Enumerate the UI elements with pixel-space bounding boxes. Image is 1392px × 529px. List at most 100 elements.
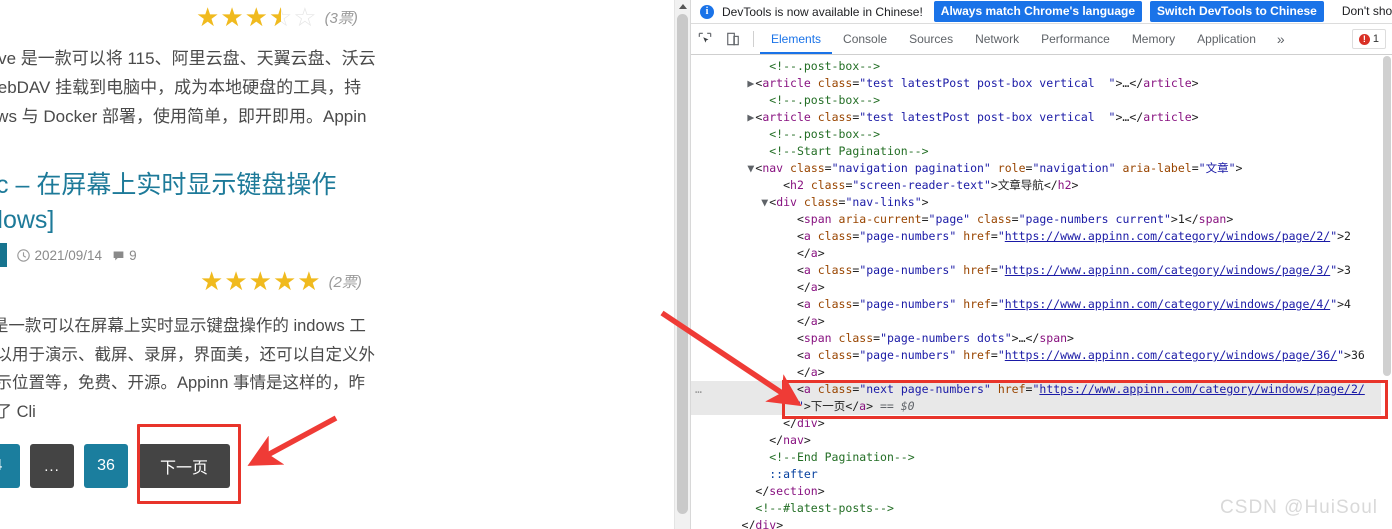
page-scrollbar[interactable] [674, 0, 690, 529]
dom-code-line[interactable]: <span class="page-numbers dots">…</span> [691, 330, 1392, 347]
dom-token: class [818, 348, 853, 362]
devtools-tab-console[interactable]: Console [832, 24, 898, 54]
dom-token: div [755, 518, 776, 529]
always-match-language-button[interactable]: Always match Chrome's language [934, 1, 1142, 22]
dom-href-link[interactable]: https://www.appinn.com/category/windows/… [1005, 229, 1330, 243]
dom-code-line[interactable]: <!--.post-box--> [691, 126, 1392, 143]
dom-code-line[interactable]: <a class="page-numbers" href="https://ww… [691, 262, 1392, 279]
star-full-icon[interactable]: ★ [196, 4, 219, 30]
switch-devtools-to-chinese-button[interactable]: Switch DevTools to Chinese [1150, 1, 1324, 22]
collapsed-nodes-gutter[interactable]: … [695, 381, 703, 398]
star-full-icon[interactable]: ★ [297, 268, 320, 294]
pagination-item-4[interactable]: 4 [0, 444, 20, 488]
dom-token: class [804, 195, 839, 209]
dom-token: " [998, 229, 1005, 243]
indent-spacer [691, 450, 760, 464]
indent-spacer [691, 365, 788, 379]
dom-code-line[interactable]: <!--Start Pagination--> [691, 143, 1392, 160]
star-empty-icon[interactable]: ☆ [293, 4, 316, 30]
page-scrollbar-thumb[interactable] [677, 14, 688, 514]
dom-code-line[interactable]: <!--.post-box--> [691, 92, 1392, 109]
twisty-placeholder [788, 364, 797, 381]
devtools-tab-network[interactable]: Network [964, 24, 1030, 54]
star-full-icon[interactable]: ★ [220, 4, 243, 30]
indent-spacer [691, 76, 746, 90]
twisty-placeholder [788, 398, 797, 415]
dom-code-line[interactable]: </div> [691, 415, 1392, 432]
dont-show-again-button[interactable]: Don't show again [1332, 1, 1392, 22]
dom-token: "navigation pagination" [832, 161, 991, 175]
pagination-item-36[interactable]: 36 [84, 444, 128, 488]
error-count-badge[interactable]: ! 1 [1352, 29, 1386, 49]
elements-dom-tree[interactable]: <!--.post-box--> ▶<article class="test l… [691, 56, 1392, 529]
dom-token: > [818, 314, 825, 328]
dom-code-line[interactable]: </nav> [691, 432, 1392, 449]
star-full-icon[interactable]: ★ [200, 268, 223, 294]
more-tabs-icon[interactable]: » [1267, 24, 1295, 54]
devtools-tab-memory[interactable]: Memory [1121, 24, 1186, 54]
star-full-icon[interactable]: ★ [249, 268, 272, 294]
devtools-tab-sources[interactable]: Sources [898, 24, 964, 54]
devtools-tab-application[interactable]: Application [1186, 24, 1267, 54]
dom-code-line[interactable]: ▶<article class="test latestPost post-bo… [691, 109, 1392, 126]
dom-token: >3 [1337, 263, 1351, 277]
dom-token: > [1067, 331, 1074, 345]
dom-code-line[interactable]: <a class="page-numbers" href="https://ww… [691, 228, 1392, 245]
post2-title-link[interactable]: arnac – 在屏幕上实时显示键盘操作 Windows] [0, 168, 376, 238]
dom-code-line[interactable]: ▼<div class="nav-links"> [691, 194, 1392, 211]
dom-code-line[interactable]: </a> [691, 245, 1392, 262]
star-half-icon[interactable]: ☆ [269, 4, 292, 30]
dom-href-link[interactable]: https://www.appinn.com/category/windows/… [1005, 348, 1337, 362]
dom-code-line[interactable]: … <a class="next page-numbers" href="htt… [691, 381, 1392, 398]
dom-code-line[interactable]: ">下一页</a> == $0 [691, 398, 1392, 415]
dom-code-line[interactable]: ▶<article class="test latestPost post-bo… [691, 75, 1392, 92]
pagination-item-dotsdotsdots[interactable]: ... [30, 444, 74, 488]
dom-token: > [866, 399, 880, 413]
dom-token: </ [1044, 178, 1058, 192]
dom-token: role [998, 161, 1026, 175]
star-full-icon[interactable]: ★ [224, 268, 247, 294]
post2-category-badge[interactable]: /indows [0, 243, 7, 267]
dom-code-line[interactable]: </a> [691, 279, 1392, 296]
dom-code-line[interactable]: ::after [691, 466, 1392, 483]
dom-token: href [963, 263, 991, 277]
dom-token: " [998, 348, 1005, 362]
dom-href-link[interactable]: https://www.appinn.com/category/windows/… [1005, 263, 1330, 277]
twisty-placeholder [788, 211, 797, 228]
indent-spacer [691, 382, 788, 396]
expand-twisty-icon[interactable]: ▼ [760, 194, 769, 211]
twisty-placeholder [774, 177, 783, 194]
indent-spacer [691, 433, 760, 447]
dom-token: class [818, 110, 853, 124]
dom-code-line[interactable]: <h2 class="screen-reader-text">文章导航</h2> [691, 177, 1392, 194]
dom-href-link[interactable]: https://www.appinn.com/category/windows/… [1005, 297, 1330, 311]
dom-code-line[interactable]: ▼<nav class="navigation pagination" role… [691, 160, 1392, 177]
indent-spacer [691, 314, 788, 328]
inspect-element-icon[interactable] [691, 24, 719, 54]
device-toolbar-icon[interactable] [719, 24, 747, 54]
dom-code-line[interactable]: <a class="page-numbers" href="https://ww… [691, 347, 1392, 364]
devtools-tab-elements[interactable]: Elements [760, 24, 832, 54]
devtools-scrollbar[interactable] [1381, 56, 1392, 529]
dom-code-line[interactable]: </a> [691, 364, 1392, 381]
devtools-tab-performance[interactable]: Performance [1030, 24, 1121, 54]
dom-token: == $0 [880, 399, 915, 413]
dom-href-link[interactable]: https://www.appinn.com/category/windows/… [1039, 382, 1364, 396]
twisty-placeholder [788, 262, 797, 279]
dom-token: nav [783, 433, 804, 447]
scroll-up-arrow-icon[interactable] [679, 4, 687, 9]
dom-code-line[interactable]: <span aria-current="page" class="page-nu… [691, 211, 1392, 228]
dom-token [832, 212, 839, 226]
star-full-icon[interactable]: ★ [245, 4, 268, 30]
dom-code-line[interactable]: <!--End Pagination--> [691, 449, 1392, 466]
dom-code-line[interactable]: </a> [691, 313, 1392, 330]
dom-token: href [963, 348, 991, 362]
twisty-placeholder [733, 517, 742, 529]
star-full-icon[interactable]: ★ [273, 268, 296, 294]
devtools-scrollbar-thumb[interactable] [1383, 56, 1391, 376]
error-count-text: 1 [1373, 33, 1379, 45]
dom-token: </ [783, 416, 797, 430]
dom-code-line[interactable]: <a class="page-numbers" href="https://ww… [691, 296, 1392, 313]
dom-token: h2 [1058, 178, 1072, 192]
dom-code-line[interactable]: <!--.post-box--> [691, 58, 1392, 75]
